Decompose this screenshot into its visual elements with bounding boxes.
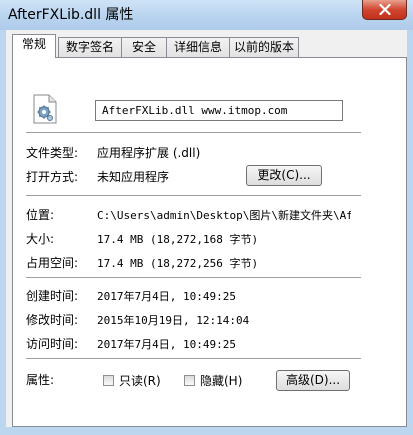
separator	[26, 132, 361, 134]
close-icon	[378, 4, 391, 15]
created-value: 2017年7月4日, 10:49:25	[97, 290, 236, 303]
tab-general[interactable]: 常规	[12, 34, 56, 58]
accessed-label: 访问时间:	[26, 337, 79, 351]
hidden-checkbox[interactable]	[184, 375, 195, 386]
size-on-disk-label: 占用空间:	[26, 256, 79, 270]
size-value: 17.4 MB (18,272,168 字节)	[97, 233, 259, 246]
window-frame-bottom	[0, 427, 413, 435]
tab-details[interactable]: 详细信息	[166, 37, 230, 57]
file-type-label: 文件类型:	[26, 146, 79, 160]
title-bar[interactable]: AfterFXLib.dll 属性	[0, 0, 413, 30]
attributes-label: 属性:	[26, 373, 55, 387]
readonly-checkbox[interactable]	[103, 375, 114, 386]
accessed-value: 2017年7月4日, 10:49:25	[97, 338, 236, 351]
separator	[26, 195, 361, 197]
location-value: C:\Users\admin\Desktop\图片\新建文件夹\Af	[97, 209, 351, 222]
separator	[26, 277, 361, 279]
dll-settings-file-icon	[33, 94, 57, 124]
tab-digital-signatures[interactable]: 数字签名	[58, 37, 122, 57]
size-on-disk-value: 17.4 MB (18,272,256 字节)	[97, 257, 259, 270]
location-label: 位置:	[26, 208, 55, 222]
advanced-button[interactable]: 高级(D)...	[276, 370, 350, 391]
modified-value: 2015年10月19日, 12:14:04	[97, 314, 250, 327]
close-button[interactable]	[362, 0, 407, 20]
general-tab-panel: 文件类型: 应用程序扩展 (.dll) 打开方式: 未知应用程序 更改(C)..…	[12, 57, 407, 427]
modified-label: 修改时间:	[26, 313, 79, 327]
created-label: 创建时间:	[26, 289, 79, 303]
file-name-input[interactable]	[95, 100, 343, 121]
file-type-value: 应用程序扩展 (.dll)	[97, 146, 201, 160]
separator	[26, 358, 361, 360]
tab-security[interactable]: 安全	[121, 37, 167, 57]
hidden-label[interactable]: 隐藏(H)	[200, 372, 242, 389]
dialog-client-area: 常规 数字签名 安全 详细信息 以前的版本 文件类型: 应用程序扩展 (.dll…	[6, 30, 407, 427]
window-frame-right	[407, 30, 413, 435]
opens-with-value: 未知应用程序	[97, 170, 170, 184]
readonly-label[interactable]: 只读(R)	[119, 372, 161, 389]
tab-previous-versions[interactable]: 以前的版本	[229, 37, 299, 57]
opens-with-label: 打开方式:	[26, 170, 79, 184]
size-label: 大小:	[26, 232, 55, 246]
window-title: AfterFXLib.dll 属性	[8, 7, 134, 23]
change-button[interactable]: 更改(C)...	[246, 165, 322, 186]
